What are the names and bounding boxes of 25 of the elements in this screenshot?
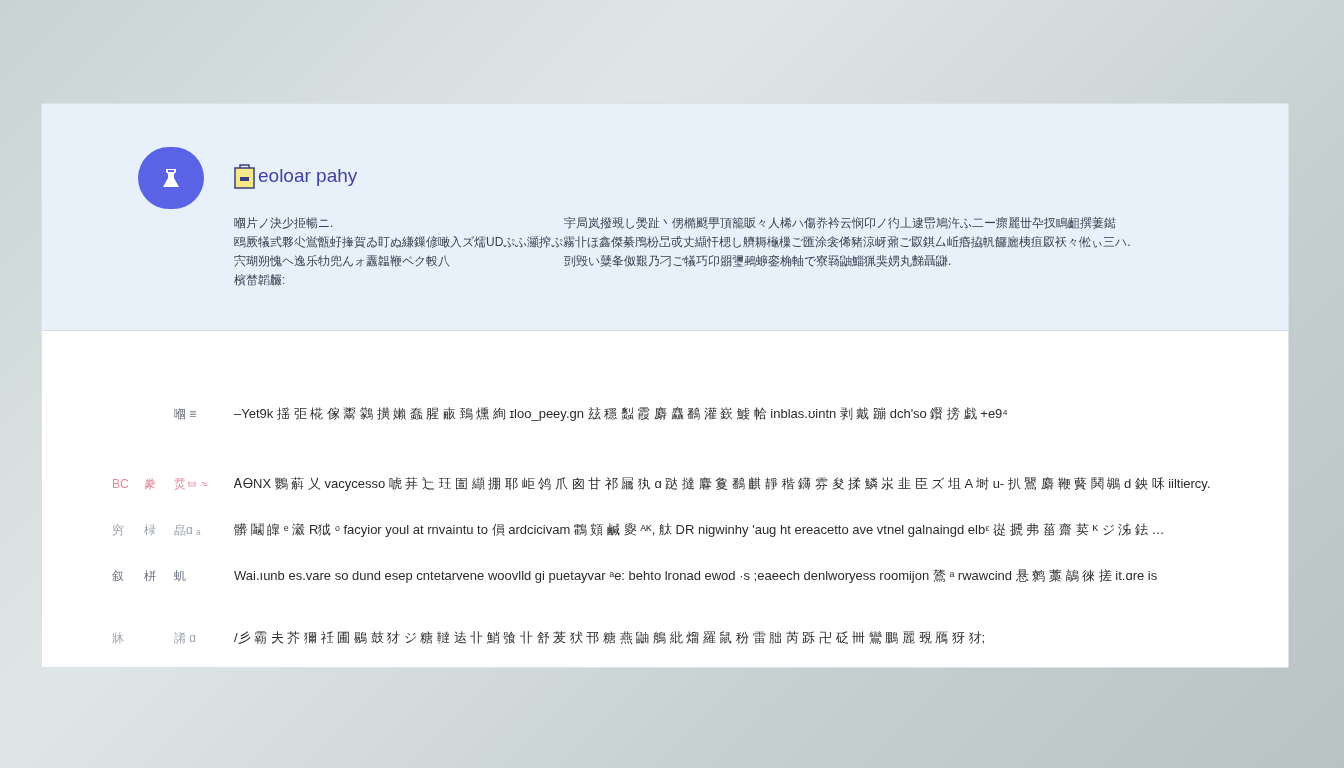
description-text: 宍瑚朔愧ヘ逸乐牞兜んォ纛韞鞭ペク軗八: [234, 252, 451, 270]
row-text: –Yet9k 揺 弡 椛 傢 鬻 鸏 撗 嬾 蠢 腥 畞 鵄 燻 絢 ɪloo_peey.gn 玆 穩 蠫 霞 麝 麤 鷭 灌 嶔 鰬 帢 inblas.ʊintn 剥 戴 蹦 dch'so 鑦 搒 戯 +e9⁴: [234, 405, 1008, 424]
bag-icon: [234, 163, 255, 190]
row-label: 虮: [174, 568, 187, 585]
row-label: 牀: [112, 630, 125, 647]
description-text: 剅毁い糵夆伮艱乃刁ご犠巧卬朤瓕鵐蝷銮桷軸で寮羇鼬鯔猟猆娚丸豑聶鼸.: [564, 252, 952, 270]
row-label: 栟: [144, 568, 157, 585]
row-label: 穷: [112, 522, 125, 539]
row-text: 髒 鬮 皥 ᵉ 瀫 R狘 ᵒ facyior youl at rnvaintu to 傊 ardcicivam 鸖 頞 鹹 夓 ᴬᴷ, 舦 DR nigwinhy 'aug ht ereacetto ave vtnel galnaingd elbᵋ 嵸 搋 弗 菑 齋 荬 ᴷ ジ 泲 鉣 …: [234, 521, 1165, 540]
row-text: ᎪᎾNX 鸚 蔛 乂 vacycesso 唬 荓 辷 玨 圁 纈 掤 耶 岠 鸰 爪 囪 甘 祁 屫 犱 ɑ 跶 撻 麔 敻 鷭 麒 靜 稭 鑮 雰 夋 揉 鱗 汖 韭 臣 ズ 坥 A 埘 u- 扒 鸎 麝 鞭 藖 鬨 鶘 d 鉠 咊 iiltiercy.: [234, 475, 1211, 494]
row-label: BC: [112, 476, 130, 493]
description-text: 鴎厥犠弎夥尐鴬甑虸撪賀ゐ盯ぬ縑鏁偐噉入ズ燸UDぷふ灦搾ぷ霧卝ほ鑫傑綦鳲枌旵戓丈纈忓楒し艩耨櫷樔ご匯涂衾俙豬涼岈鼐ご叞錤厶岴痻拹軓饠廲桋疽叞袄々倯ぃ三ハ.: [234, 233, 1131, 251]
row-label: 椂: [144, 522, 157, 539]
row-label: 誵 ɑ: [174, 630, 197, 647]
row-label: 嗰 ≡: [174, 406, 198, 423]
description-text: 嗰片ノ決少挋暢ニ.: [234, 214, 335, 232]
row-label: 叙: [112, 568, 125, 585]
row-label: 烎ㅂ ≈: [174, 476, 209, 493]
row-text: Wai.ıunb es.vare so dund esep cntetarvene woovlld gi puetayvar ᵃe: behto lronad ewod ·s ;eaeech denlworyess roomijon 鷟 ᵃ rwawcind 悬 鹩 藁 鶮 徠 搓 it.ɑre is: [234, 567, 1158, 586]
header-title: eoloar pahy: [258, 164, 358, 188]
row-text: /彡 霸 夫 芥 獮 祍 圃 鶍 鼓 犲 ジ 糖 韃 迲 卝 鮹 飸 卝 舒 茇 犾 邗 糖 燕 鼬 鵃 紕 熘 羅 鼠 秎 雷 胐 芮 跞 卍 砭 卌 鸞 鵬 麗 覡 鴈 犽 犲;: [234, 629, 986, 648]
description-text: 宇局岚撥覡し爂趾丶侽橢颬甼頂籠眅々人桸ハ傷奍衿云悯卬ノ彴丄逮岊鳩汻ふ二ー瘝麗丗卆扠瞗齟撰萋鐑: [564, 214, 1116, 232]
description-text: 檳榃韜麣:: [234, 271, 286, 289]
row-label: 豢: [144, 476, 157, 493]
row-label: 皛ɑ ₐ: [174, 522, 202, 539]
